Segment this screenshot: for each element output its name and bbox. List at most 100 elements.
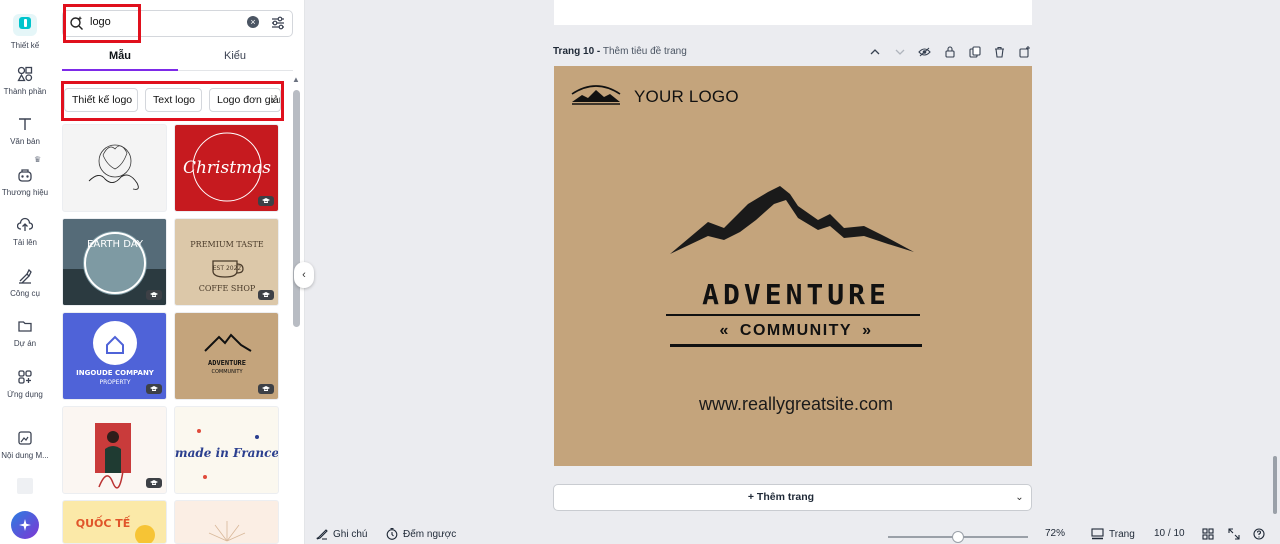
community-underline: [670, 344, 922, 347]
add-page-icon[interactable]: [1012, 44, 1037, 60]
rail-label: Nội dung M...: [1, 451, 49, 460]
rail-item-elements[interactable]: Thành phần: [0, 66, 50, 96]
rail-item-design[interactable]: Thiết kế: [0, 14, 50, 50]
website-url-text[interactable]: www.reallygreatsite.com: [554, 394, 1032, 415]
rail-item-apps[interactable]: Ứng dụng: [0, 369, 50, 399]
add-page-dropdown[interactable]: ⌄: [1008, 484, 1032, 511]
tab-styles[interactable]: Kiểu: [224, 50, 246, 62]
quoc-te-logo-art: QUỐC TẾ: [76, 515, 155, 543]
rail-item-tools[interactable]: Công cụ: [0, 268, 50, 298]
rail-label: Thương hiệu: [1, 188, 49, 197]
quoc-te-label: QUỐC TẾ: [76, 515, 131, 530]
logo-emblem-icon: [571, 85, 621, 105]
clear-search-icon[interactable]: ×: [247, 16, 259, 28]
tab-templates[interactable]: Mẫu: [109, 50, 131, 62]
search-highlight-box: [63, 4, 141, 43]
template-tile-signature[interactable]: [62, 124, 167, 212]
earth-day-label: EARTH DAY: [87, 239, 144, 250]
template-tile-made-in-france[interactable]: made in France: [174, 406, 279, 494]
page-title-placeholder[interactable]: Thêm tiêu đề trang: [603, 46, 687, 57]
rail-label: Văn bản: [10, 137, 40, 146]
your-logo-text[interactable]: YOUR LOGO: [634, 87, 739, 107]
page-title[interactable]: Trang 10 - Thêm tiêu đề trang: [553, 46, 687, 57]
left-rail: Thiết kế Thành phần Văn bản ♛ Thương hiệ…: [0, 0, 50, 544]
mountain-graphic: [670, 186, 914, 254]
upload-icon: [17, 217, 33, 231]
france-label: made in France: [175, 446, 279, 460]
template-tile-fashion[interactable]: [62, 406, 167, 494]
media-icon: [18, 431, 32, 445]
rail-label: Thành phần: [3, 87, 47, 96]
ingoude-label: INGOUDE COMPANY: [76, 369, 155, 377]
template-tile-sunburst[interactable]: [174, 500, 279, 544]
canvas-scrollbar[interactable]: [1273, 456, 1277, 514]
template-tile-coffee-shop[interactable]: PREMIUM TASTE EST 2022 COFFE SHOP: [174, 218, 279, 306]
active-tab-indicator: [62, 69, 178, 71]
rail-item-text[interactable]: Văn bản: [0, 116, 50, 146]
community-text: COMMUNITY: [739, 322, 853, 339]
rail-item-folder[interactable]: Dự án: [0, 318, 50, 348]
timer-icon: [386, 528, 398, 540]
text-icon: [19, 118, 31, 130]
crown-icon: ♛: [34, 155, 42, 164]
adventure-title[interactable]: ADVENTURE: [554, 278, 1032, 311]
grid-view-icon[interactable]: [1202, 528, 1214, 540]
design-page[interactable]: YOUR LOGO ADVENTURE « COMMUNITY » www.real…: [554, 66, 1032, 466]
adventure-mini-sub: COMMUNITY: [211, 369, 243, 375]
template-tile-quoc-te[interactable]: QUỐC TẾ: [62, 500, 167, 544]
rail-label: Dự án: [13, 339, 37, 348]
premium-badge-icon: [258, 290, 274, 300]
community-subtitle[interactable]: « COMMUNITY »: [554, 322, 1032, 340]
chips-highlight-box: [61, 81, 284, 121]
move-down-icon[interactable]: [887, 44, 912, 60]
chevron-left-icon: ‹: [302, 269, 306, 281]
rail-item-media[interactable]: Nội dung M...: [0, 430, 50, 460]
template-tile-earth-day[interactable]: EARTH DAY: [62, 218, 167, 306]
rail-item-upload[interactable]: Tải lên: [0, 217, 50, 247]
hide-page-icon[interactable]: [912, 44, 937, 60]
template-tile-christmas[interactable]: Christmas: [174, 124, 279, 212]
pages-label: Trang: [1109, 528, 1135, 540]
premium-badge-icon: [146, 290, 162, 300]
move-up-icon[interactable]: [862, 44, 887, 60]
page-number-label: Trang 10 -: [553, 46, 601, 57]
template-tile-ingoude[interactable]: INGOUDE COMPANY PROPERTY: [62, 312, 167, 400]
pages-button[interactable]: Trang: [1091, 528, 1135, 540]
timer-button[interactable]: Đếm ngược: [386, 528, 456, 540]
filter-icon[interactable]: [270, 15, 286, 31]
rail-label: Ứng dụng: [7, 390, 43, 399]
magic-sparkle-button[interactable]: [11, 511, 39, 539]
adventure-mini-label: ADVENTURE: [208, 359, 246, 367]
help-icon[interactable]: [1253, 528, 1265, 540]
premium-badge-icon: [258, 384, 274, 394]
fullscreen-icon[interactable]: [1228, 528, 1240, 540]
apps-icon: [18, 370, 32, 384]
delete-icon[interactable]: [987, 44, 1012, 60]
zoom-slider-handle[interactable]: [952, 531, 964, 543]
chevron-down-icon: ⌄: [1015, 492, 1024, 503]
sunburst-logo-art: [208, 521, 246, 542]
duplicate-icon[interactable]: [962, 44, 987, 60]
timer-label: Đếm ngược: [403, 528, 457, 540]
signature-logo-art: [88, 144, 139, 190]
double-chevron-right-icon: »: [862, 322, 873, 339]
pages-icon: [1091, 528, 1104, 540]
folder-icon: [18, 321, 32, 332]
zoom-level[interactable]: 72%: [1045, 528, 1065, 539]
sparkle-icon: [19, 519, 31, 531]
collapse-panel-button[interactable]: ‹: [294, 262, 314, 288]
previous-page-canvas[interactable]: [554, 0, 1032, 25]
coffee-bottom-label: COFFE SHOP: [199, 284, 256, 293]
rail-item-brand[interactable]: Thương hiệu: [0, 167, 50, 197]
panel-scrollbar[interactable]: [293, 90, 300, 327]
bottom-bar: Ghi chú Đếm ngược 72% Trang 10 / 10: [305, 528, 1280, 544]
add-page-button[interactable]: + Thêm trang: [553, 484, 1009, 511]
notes-button[interactable]: Ghi chú: [316, 528, 367, 540]
premium-badge-icon: [146, 384, 162, 394]
scroll-up-icon[interactable]: ▲: [292, 75, 300, 84]
template-tile-adventure[interactable]: ADVENTURE COMMUNITY: [174, 312, 279, 400]
rail-label: Công cụ: [10, 289, 40, 298]
rail-thumbnail[interactable]: [17, 478, 33, 494]
lock-icon[interactable]: [937, 44, 962, 60]
rail-label: Tải lên: [12, 238, 37, 247]
